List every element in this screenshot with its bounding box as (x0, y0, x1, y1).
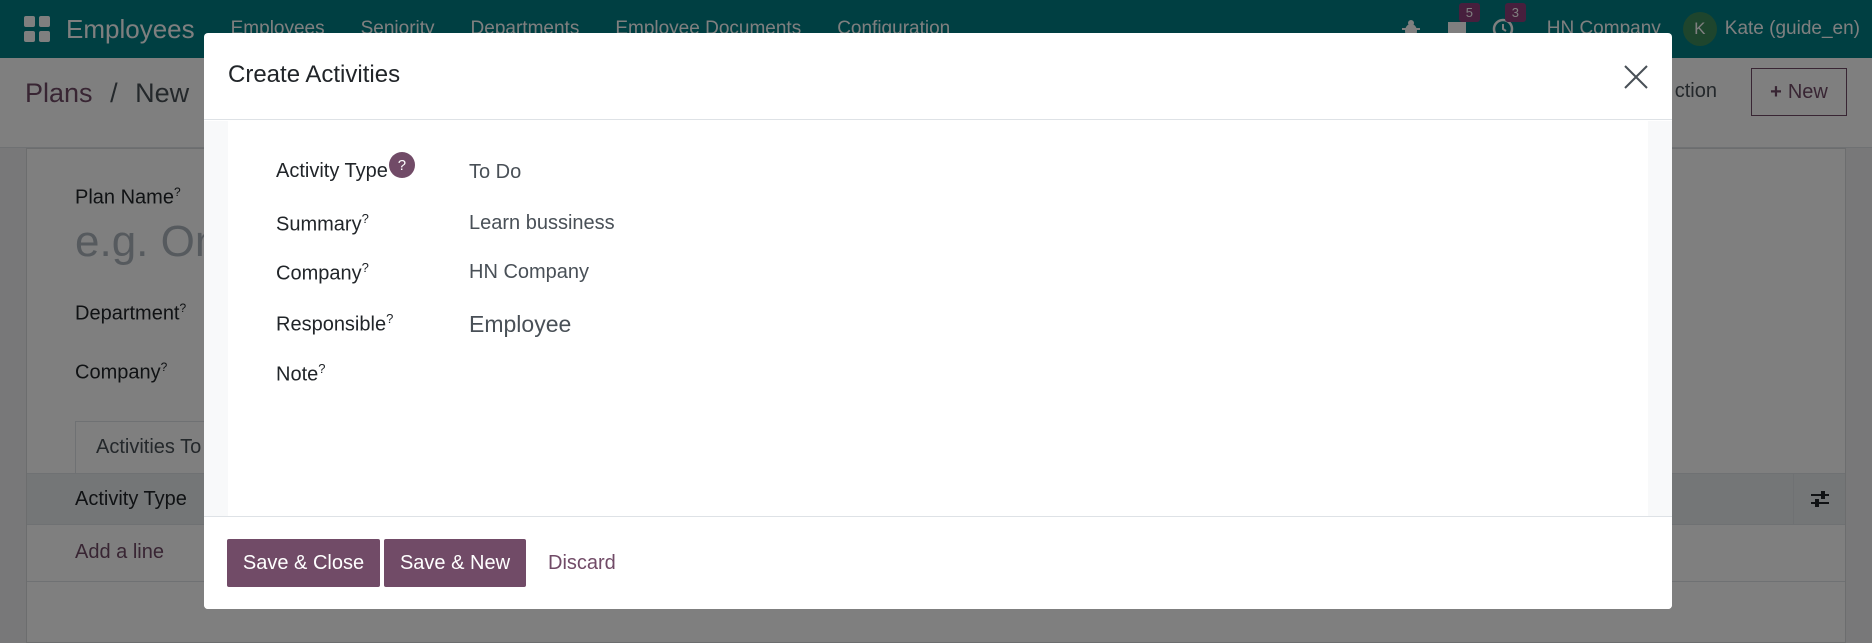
responsible-field[interactable]: Employee (469, 311, 571, 338)
close-button[interactable] (1616, 57, 1656, 97)
modal-header: Create Activities (204, 33, 1672, 120)
modal-body: Activity Type? To Do Summary? Learn buss… (204, 121, 1672, 516)
create-activities-dialog: Create Activities Activity Type? To Do S… (204, 33, 1672, 609)
activity-type-label: Activity Type? (276, 152, 415, 183)
modal-footer: Save & Close Save & New Discard (204, 516, 1672, 609)
note-field[interactable] (469, 361, 1469, 421)
help-tooltip-icon[interactable]: ? (388, 152, 415, 178)
summary-field[interactable]: Learn bussiness (469, 212, 615, 235)
note-label: Note? (276, 361, 326, 386)
save-new-button[interactable]: Save & New (384, 539, 526, 587)
company-label: Company? (276, 260, 369, 285)
modal-title: Create Activities (228, 61, 401, 88)
discard-button[interactable]: Discard (530, 539, 634, 587)
activity-form: Activity Type? To Do Summary? Learn buss… (228, 121, 1648, 516)
company-field[interactable]: HN Company (469, 261, 589, 284)
summary-label: Summary? (276, 211, 369, 236)
save-close-button[interactable]: Save & Close (227, 539, 380, 587)
close-icon (1624, 65, 1648, 89)
activity-type-field[interactable]: To Do (469, 161, 521, 184)
responsible-label: Responsible? (276, 311, 394, 336)
